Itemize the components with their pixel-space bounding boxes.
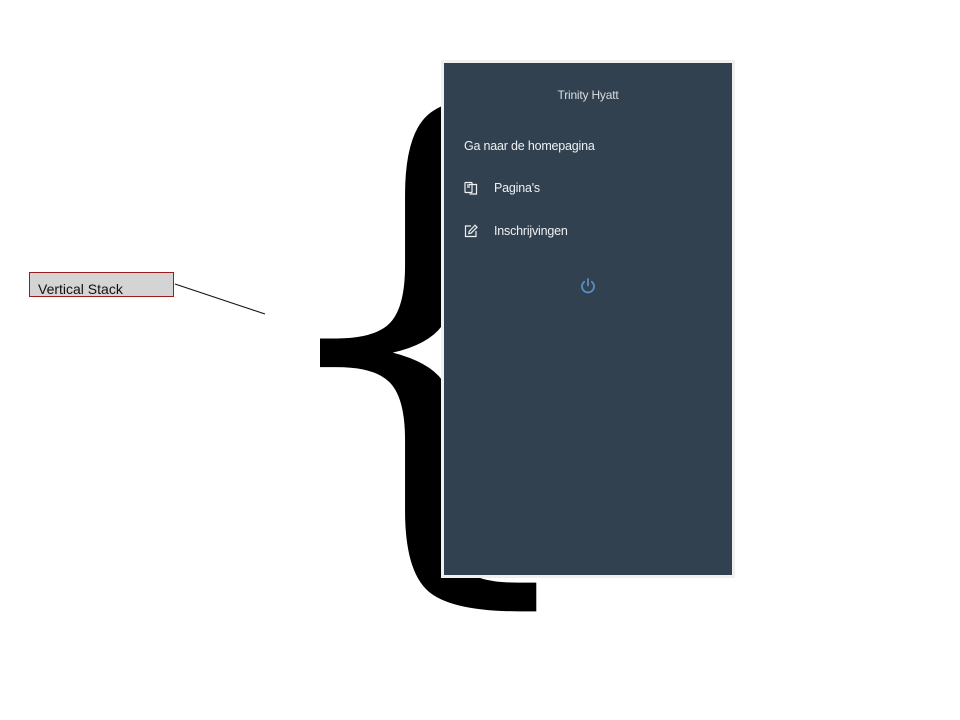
pages-icon — [464, 181, 478, 195]
edit-icon — [464, 224, 478, 238]
home-link[interactable]: Ga naar de homepagina — [464, 139, 595, 153]
sidebar: Trinity Hyatt Ga naar de homepagina Pagi… — [444, 63, 732, 575]
nav-item-subscriptions[interactable]: Inschrijvingen — [464, 224, 568, 238]
canvas: { Vertical Stack Trinity Hyatt Ga naar d… — [0, 0, 960, 720]
sidebar-frame: Trinity Hyatt Ga naar de homepagina Pagi… — [441, 60, 735, 578]
annotation-connector-line — [174, 283, 266, 315]
annotation-label: Vertical Stack — [29, 272, 174, 297]
nav-item-pages[interactable]: Pagina's — [464, 181, 540, 195]
nav-item-label: Inschrijvingen — [494, 224, 568, 238]
nav-item-label: Pagina's — [494, 181, 540, 195]
power-icon[interactable] — [579, 277, 597, 295]
user-name: Trinity Hyatt — [557, 88, 619, 102]
